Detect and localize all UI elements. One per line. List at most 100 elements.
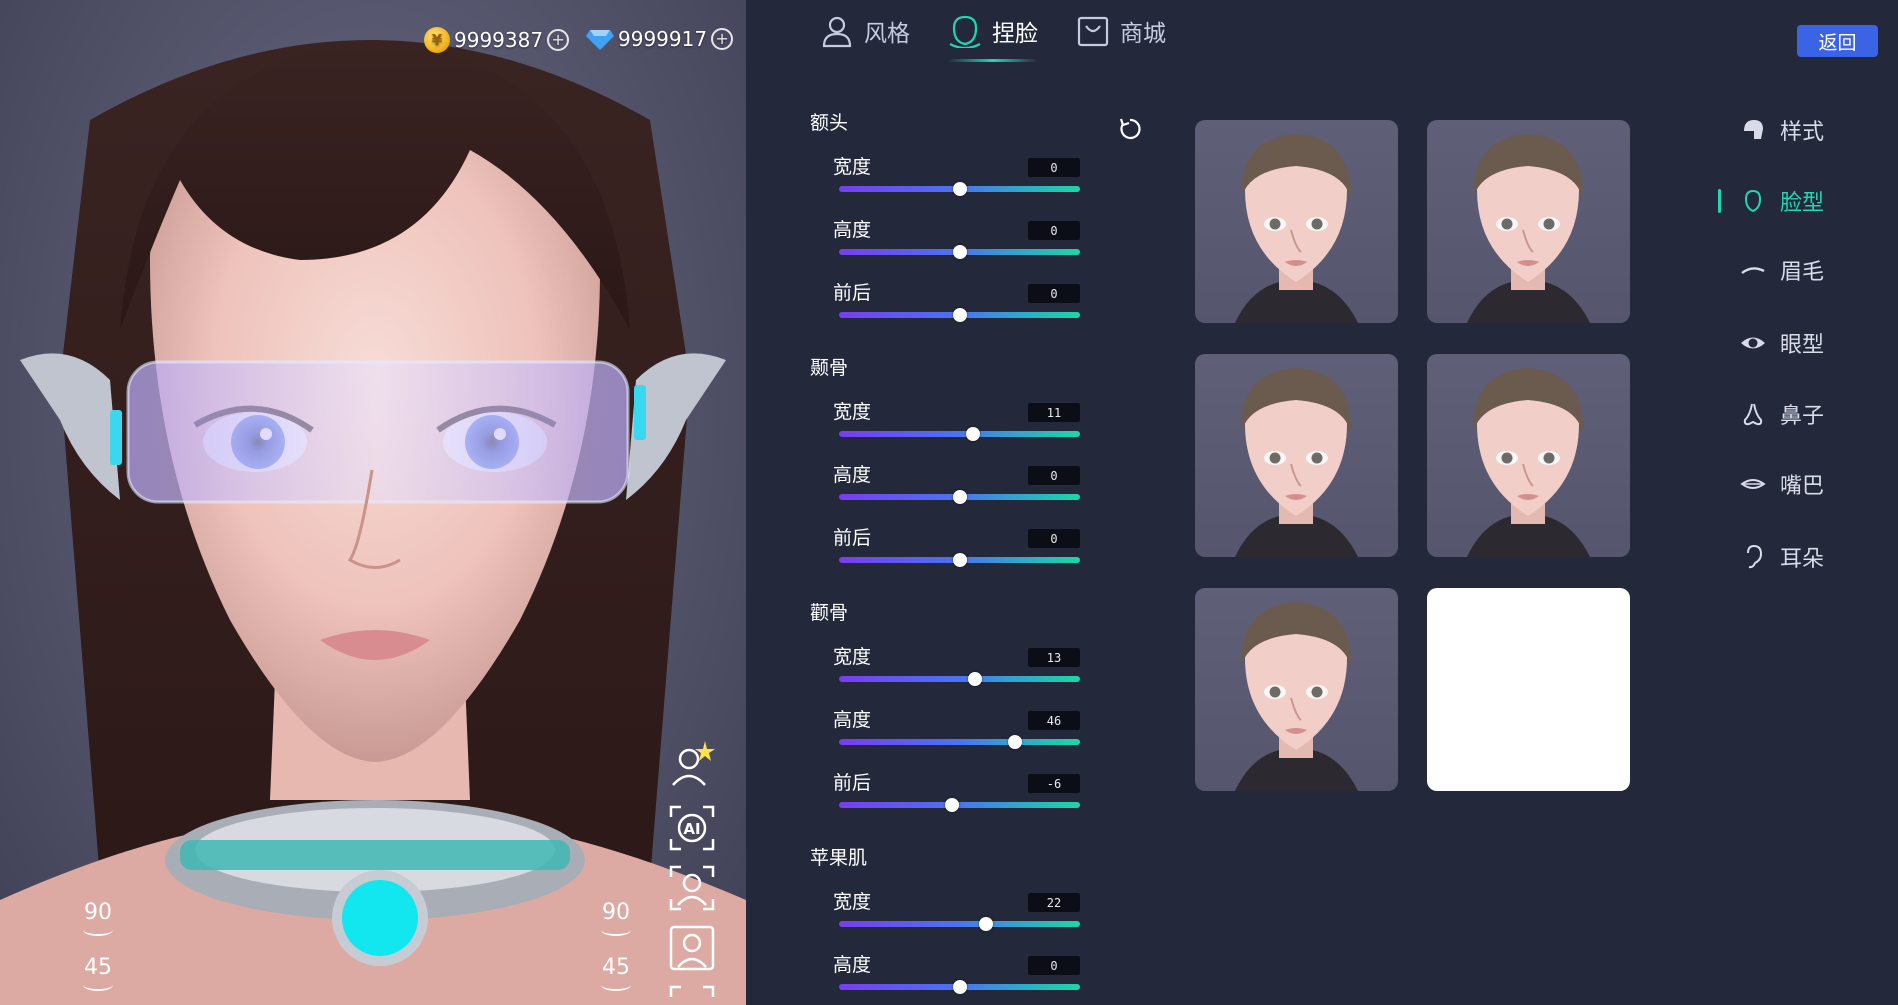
slider-track[interactable] (839, 917, 1080, 931)
slider-track[interactable] (839, 798, 1080, 812)
slider-label: 前后 (833, 772, 872, 794)
coin-amount: 9999387 (454, 28, 544, 52)
slider-group-title: 苹果肌 (810, 847, 868, 869)
nose-icon (1743, 403, 1763, 426)
slider-value-field[interactable]: -6 (1028, 774, 1080, 793)
slider-thumb[interactable] (1007, 735, 1022, 749)
add-gems-icon[interactable]: + (711, 28, 734, 50)
slider-track[interactable] (839, 245, 1080, 259)
face-preset-thumbnail (1235, 368, 1358, 557)
character-viewport[interactable]: ¥ 9999387 + 9999917 + AI 90 45 90 45 (0, 0, 746, 1005)
slider-value-field[interactable]: 0 (1028, 529, 1080, 548)
slider-value-field[interactable]: 11 (1028, 403, 1080, 422)
category-label: 耳朵 (1780, 547, 1825, 572)
face-slider-panel: 额头 宽度 0 高度 0 前后 0 颞骨 宽度 11 高度 0 前后 0 颧骨 宽度 13 高度 46 前后 -6 苹果肌… (810, 0, 1090, 1005)
slider-thumb[interactable] (965, 427, 980, 441)
rotate-right-bottom-arrow-icon[interactable] (601, 979, 631, 991)
slider-value-field[interactable]: 0 (1028, 284, 1080, 303)
slider-value-field[interactable]: 0 (1028, 158, 1080, 177)
slider-label: 宽度 (833, 646, 872, 668)
slider-track[interactable] (839, 672, 1080, 686)
back-button[interactable]: 返回 (1797, 25, 1878, 57)
gem-balance[interactable]: 9999917 + (586, 27, 734, 51)
face-preset-card[interactable] (1427, 354, 1630, 557)
slider-track[interactable] (839, 553, 1080, 567)
svg-text:AI: AI (683, 820, 700, 838)
face-preset-card[interactable] (1427, 120, 1630, 323)
slider-value-field[interactable]: 13 (1028, 648, 1080, 667)
category-item[interactable]: 眼型 (1740, 327, 1880, 359)
slider-track[interactable] (839, 980, 1080, 994)
hair-style-icon (1744, 120, 1763, 139)
rotate-right-top-arrow-icon[interactable] (601, 924, 631, 936)
rotate-left-top-arrow-icon[interactable] (83, 924, 113, 936)
slider-thumb[interactable] (945, 798, 960, 812)
slider-value-field[interactable]: 0 (1028, 221, 1080, 240)
gem-amount: 9999917 (618, 27, 708, 51)
slider-label: 宽度 (833, 891, 872, 913)
face-preset-card[interactable] (1427, 588, 1630, 791)
slider-group-title: 颧骨 (810, 602, 849, 624)
reset-icon[interactable] (1117, 116, 1143, 142)
rotate-left-bottom-arrow-icon[interactable] (83, 979, 113, 991)
add-coins-icon[interactable]: + (547, 29, 570, 51)
category-label: 脸型 (1780, 191, 1825, 216)
slider-thumb[interactable] (968, 672, 983, 686)
slider-track[interactable] (839, 308, 1080, 322)
lighting-button[interactable] (666, 738, 718, 790)
slider-group-title: 额头 (810, 112, 849, 134)
category-item[interactable]: 脸型 (1718, 185, 1880, 217)
rotate-right-bottom-label: 45 (602, 955, 630, 980)
slider-label: 宽度 (833, 156, 872, 178)
category-item[interactable]: 耳朵 (1740, 541, 1880, 573)
slider-thumb[interactable] (952, 308, 967, 322)
slider-track[interactable] (839, 490, 1080, 504)
rotate-right-top-label: 90 (602, 900, 630, 925)
slider-label: 前后 (833, 282, 872, 304)
extra-tool-button[interactable] (666, 982, 718, 1005)
face-scan-button[interactable] (666, 862, 718, 914)
category-label: 鼻子 (1780, 404, 1825, 429)
eye-icon (1741, 337, 1765, 349)
slider-label: 高度 (833, 709, 872, 731)
slider-thumb[interactable] (952, 245, 967, 259)
face-preset-thumbnail (1467, 368, 1590, 557)
rotate-left-top-label: 90 (84, 900, 112, 925)
slider-label: 宽度 (833, 401, 872, 423)
slider-thumb[interactable] (952, 182, 967, 196)
slider-thumb[interactable] (952, 553, 967, 567)
slider-thumb[interactable] (979, 917, 993, 931)
category-label: 嘴巴 (1780, 474, 1825, 499)
slider-label: 前后 (833, 527, 872, 549)
category-item[interactable]: 鼻子 (1740, 398, 1880, 430)
lighting-person-icon (672, 741, 715, 786)
face-preset-thumbnail (1467, 134, 1590, 323)
category-label: 眼型 (1780, 333, 1825, 358)
coin-balance[interactable]: ¥ 9999387 + (424, 27, 570, 53)
slider-value-field[interactable]: 46 (1028, 711, 1080, 730)
character-render (0, 40, 746, 1005)
face-preset-card[interactable] (1195, 120, 1398, 323)
photo-button[interactable] (666, 922, 718, 974)
slider-value-field[interactable]: 0 (1028, 956, 1080, 975)
slider-thumb[interactable] (952, 980, 967, 994)
slider-value-field[interactable]: 22 (1028, 893, 1080, 912)
slider-track[interactable] (839, 735, 1080, 749)
slider-track[interactable] (839, 182, 1080, 196)
slider-value-field[interactable]: 0 (1028, 466, 1080, 485)
slider-label: 高度 (833, 219, 872, 241)
slider-group-title: 颞骨 (810, 357, 849, 379)
gem-icon (586, 30, 614, 50)
slider-thumb[interactable] (952, 490, 967, 504)
slider-label: 高度 (833, 464, 872, 486)
category-item[interactable]: 样式 (1740, 114, 1880, 146)
slider-track[interactable] (839, 427, 1080, 441)
eyebrow-icon (1741, 267, 1765, 274)
face-preset-card[interactable] (1195, 354, 1398, 557)
ear-icon (1747, 544, 1763, 569)
category-item[interactable]: 眉毛 (1740, 254, 1880, 286)
ai-scan-button[interactable]: AI (666, 802, 718, 854)
frame-icon (669, 985, 715, 997)
category-item[interactable]: 嘴巴 (1740, 468, 1880, 500)
face-preset-card[interactable] (1195, 588, 1398, 791)
